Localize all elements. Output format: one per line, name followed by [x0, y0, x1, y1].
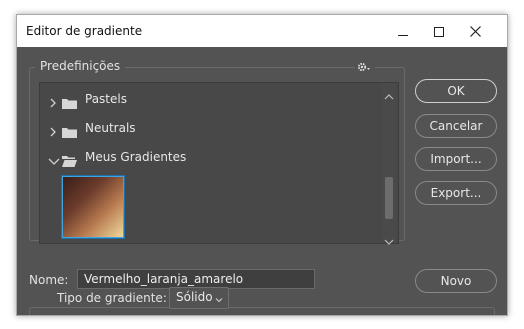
close-icon	[469, 22, 481, 41]
chevron-right-icon[interactable]	[48, 123, 58, 137]
minimize-icon	[398, 22, 408, 41]
gradient-type-value: Sólido	[176, 290, 213, 304]
folder-icon	[62, 123, 77, 138]
folder-open-icon	[62, 152, 77, 167]
preset-folder-meus-gradientes[interactable]: Meus Gradientes	[40, 145, 378, 171]
gradient-type-label: Tipo de gradiente:	[57, 291, 167, 305]
preset-folder-label: Meus Gradientes	[85, 150, 187, 164]
folder-icon	[62, 94, 77, 109]
new-button[interactable]: Novo	[415, 269, 497, 293]
presets-scrollbar[interactable]	[382, 83, 396, 245]
chevron-right-icon[interactable]	[48, 94, 58, 108]
scroll-up-icon[interactable]	[384, 86, 394, 100]
dialog-body: Predefinições Pastels Neutrals Meus Grad…	[17, 47, 507, 315]
name-input[interactable]	[77, 269, 315, 289]
gradient-type-group	[29, 307, 495, 315]
import-button[interactable]: Import...	[415, 147, 497, 171]
title-bar: Editor de gradiente	[17, 15, 507, 47]
presets-label: Predefinições	[35, 59, 126, 73]
ok-button[interactable]: OK	[415, 79, 497, 103]
preset-folder-label: Pastels	[85, 92, 127, 106]
maximize-button[interactable]	[427, 21, 451, 41]
minimize-button[interactable]	[391, 21, 415, 41]
chevron-down-icon	[215, 293, 223, 303]
scrollbar-thumb[interactable]	[385, 177, 393, 219]
export-button[interactable]: Export...	[415, 181, 497, 205]
cancel-button[interactable]: Cancelar	[415, 114, 497, 138]
close-button[interactable]	[463, 21, 487, 41]
presets-list[interactable]: Pastels Neutrals Meus Gradientes	[39, 82, 399, 245]
gradient-swatch-selected[interactable]	[62, 176, 124, 238]
gear-icon	[357, 57, 373, 76]
gradient-editor-dialog: Editor de gradiente Predefinições Pastel…	[16, 14, 508, 316]
preset-folder-neutrals[interactable]: Neutrals	[40, 116, 378, 142]
gradient-type-select[interactable]: Sólido	[169, 287, 229, 309]
scroll-down-icon[interactable]	[384, 231, 394, 245]
name-label: Nome:	[29, 273, 69, 287]
preset-folder-pastels[interactable]: Pastels	[40, 87, 378, 113]
presets-settings-button[interactable]	[355, 59, 375, 73]
chevron-down-icon[interactable]	[48, 152, 60, 165]
dialog-title: Editor de gradiente	[26, 24, 143, 38]
preset-folder-label: Neutrals	[85, 121, 136, 135]
maximize-icon	[434, 22, 444, 41]
